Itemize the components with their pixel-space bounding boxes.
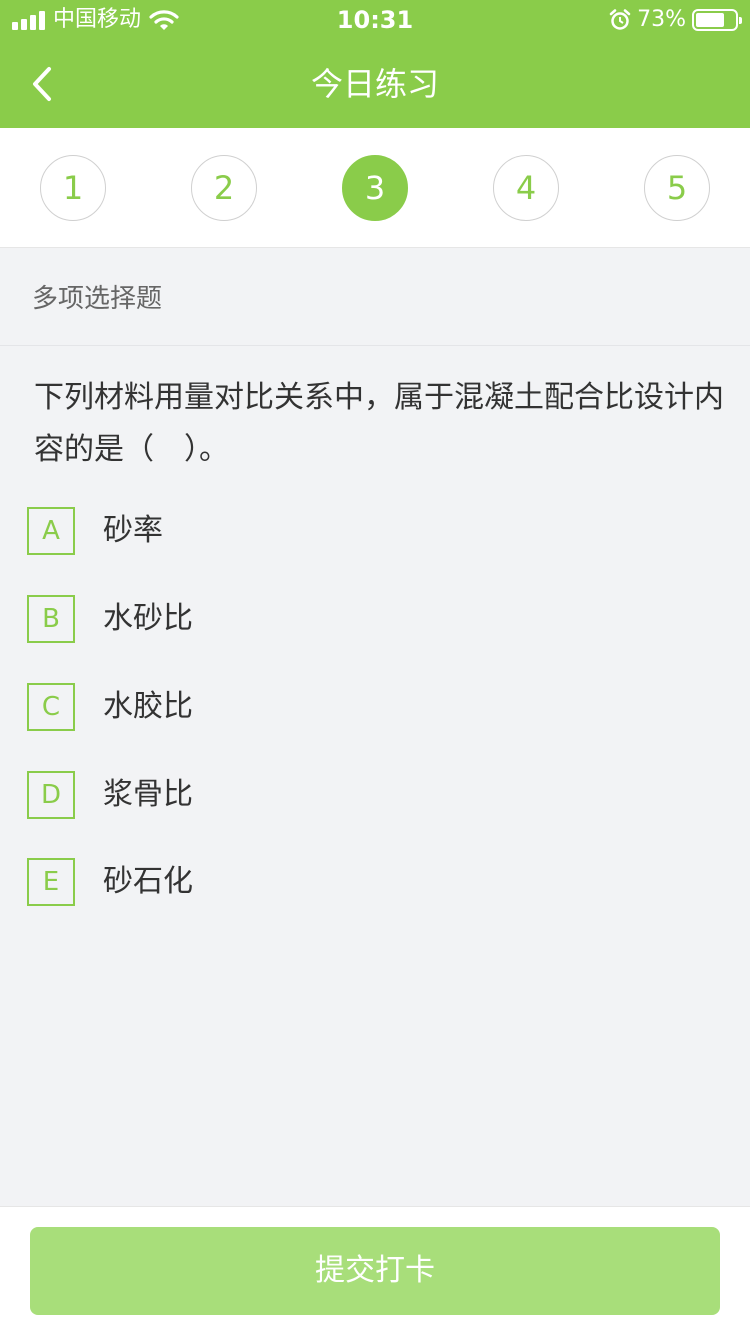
submit-checkin-button[interactable]: 提交打卡 bbox=[30, 1227, 720, 1315]
option-b[interactable]: B 水砂比 bbox=[27, 594, 717, 644]
option-key-box: C bbox=[27, 683, 75, 731]
option-text: 水砂比 bbox=[103, 601, 193, 636]
option-c[interactable]: C 水胶比 bbox=[27, 682, 717, 732]
page-title: 今日练习 bbox=[310, 65, 439, 103]
chevron-left-icon bbox=[33, 67, 51, 101]
battery-icon bbox=[692, 9, 742, 31]
question-number-4[interactable]: 4 bbox=[493, 155, 559, 221]
option-text: 浆骨比 bbox=[103, 777, 193, 812]
option-text: 水胶比 bbox=[103, 689, 193, 724]
question-type-bar: 多项选择题 bbox=[0, 248, 750, 346]
option-e[interactable]: E 砂石化 bbox=[27, 857, 717, 907]
option-key-box: D bbox=[27, 771, 75, 819]
option-key-box: A bbox=[27, 507, 75, 555]
status-bar: 中国移动 10:31 73% bbox=[0, 0, 750, 40]
option-a[interactable]: A 砂率 bbox=[27, 506, 717, 556]
alarm-icon bbox=[609, 9, 631, 30]
option-key-box: B bbox=[27, 595, 75, 643]
app-header: 中国移动 10:31 73% 今日练习 bbox=[0, 0, 750, 128]
option-text: 砂石化 bbox=[103, 864, 193, 899]
battery-level bbox=[696, 13, 724, 27]
nav-bar: 今日练习 bbox=[0, 40, 750, 128]
question-stem: 下列材料用量对比关系中，属于混凝土配合比设计内容的是（ ）。 bbox=[34, 380, 724, 467]
status-right: 73% bbox=[609, 6, 742, 34]
option-d[interactable]: D 浆骨比 bbox=[27, 770, 717, 820]
back-button[interactable] bbox=[22, 62, 62, 106]
question-number-5[interactable]: 5 bbox=[644, 155, 710, 221]
option-key-box: E bbox=[27, 858, 75, 906]
question-number-strip: 1 2 3 4 5 bbox=[0, 128, 750, 248]
practice-page: 中国移动 10:31 73% 今日练习 1 2 3 4 5 多项选择题 下列材料… bbox=[0, 0, 750, 1334]
battery-percent: 73% bbox=[637, 7, 686, 32]
question-number-1[interactable]: 1 bbox=[40, 155, 106, 221]
question-number-3[interactable]: 3 bbox=[342, 155, 408, 221]
battery-cap bbox=[739, 17, 742, 24]
footer-bar: 提交打卡 bbox=[0, 1206, 750, 1334]
option-text: 砂率 bbox=[103, 513, 163, 548]
question-type-label: 多项选择题 bbox=[32, 284, 163, 314]
question-number-2[interactable]: 2 bbox=[191, 155, 257, 221]
